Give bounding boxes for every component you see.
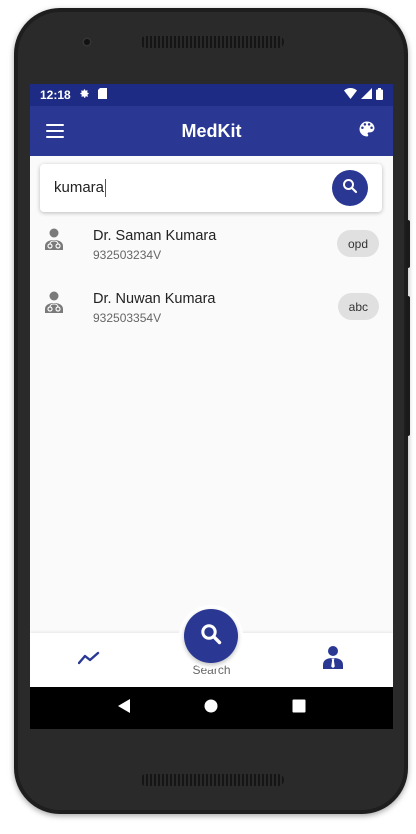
system-navigation-bar <box>30 687 393 729</box>
battery-icon <box>376 87 383 103</box>
doctor-icon <box>44 291 64 318</box>
person-icon[interactable] <box>323 645 343 674</box>
bottom-speaker <box>140 774 284 786</box>
doctor-name: Dr. Saman Kumara <box>93 228 217 244</box>
search-bar: kumara <box>40 164 382 212</box>
search-fab[interactable] <box>184 609 238 663</box>
settings-icon <box>79 88 90 102</box>
doctor-name: Dr. Nuwan Kumara <box>93 291 216 307</box>
search-input[interactable]: kumara <box>54 179 107 197</box>
front-camera <box>82 37 92 47</box>
palette-icon[interactable] <box>357 119 377 144</box>
back-icon[interactable] <box>117 698 131 718</box>
doctor-id: 932503354V <box>93 311 162 325</box>
app-title: MedKit <box>181 120 242 141</box>
search-button[interactable] <box>332 170 368 206</box>
search-icon <box>199 622 223 651</box>
doctor-id: 932503234V <box>93 248 162 262</box>
list-item[interactable]: Dr. Saman Kumara 932503234V opd <box>30 220 393 283</box>
tag-chip[interactable]: opd <box>336 230 379 257</box>
app-bar: MedKit <box>30 106 393 156</box>
signal-icon <box>361 88 372 102</box>
top-speaker <box>140 36 284 48</box>
sd-card-icon <box>97 88 107 102</box>
menu-icon[interactable] <box>46 124 64 138</box>
home-icon[interactable] <box>204 699 218 718</box>
recents-icon[interactable] <box>292 699 306 718</box>
volume-button <box>406 296 410 436</box>
tag-chip[interactable]: abc <box>337 293 379 320</box>
app-screen: 12:18 MedKit kumara Dr. Saman Kumara 932… <box>30 84 393 729</box>
wifi-icon <box>344 88 357 102</box>
status-time: 12:18 <box>40 88 71 102</box>
results-list: Dr. Saman Kumara 932503234V opd Dr. Nuwa… <box>30 220 393 346</box>
doctor-icon <box>44 228 64 255</box>
status-bar: 12:18 <box>30 84 393 106</box>
power-button <box>406 220 410 268</box>
search-icon <box>341 177 359 200</box>
list-item[interactable]: Dr. Nuwan Kumara 932503354V abc <box>30 283 393 346</box>
